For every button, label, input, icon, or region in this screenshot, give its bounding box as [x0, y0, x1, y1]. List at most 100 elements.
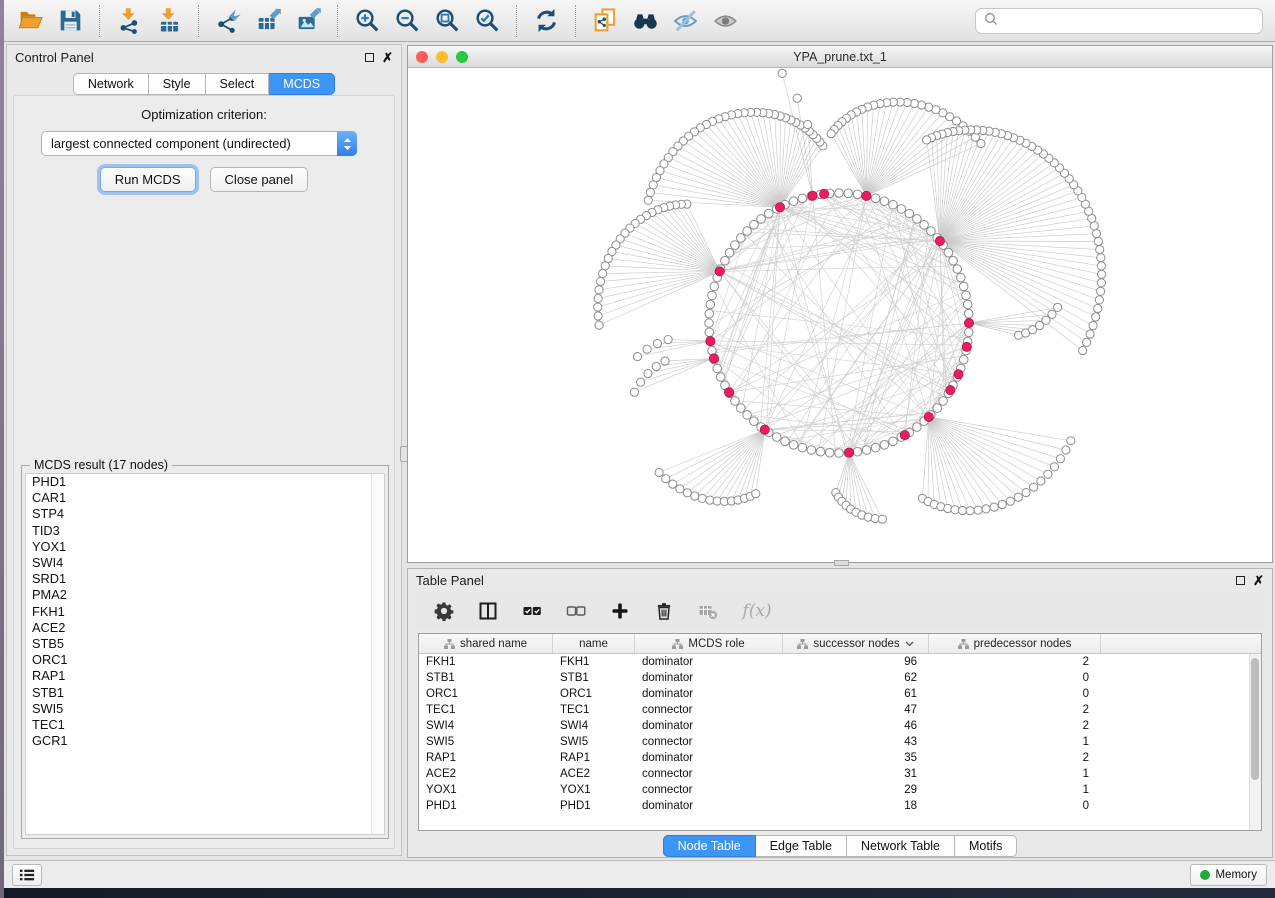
show-panels-list-button[interactable] [12, 864, 42, 886]
find-button[interactable] [627, 4, 663, 38]
mcds-result-item[interactable]: YOX1 [26, 539, 384, 555]
tab-style[interactable]: Style [149, 73, 206, 95]
result-scrollbar[interactable] [371, 474, 384, 834]
cell-shared-name: RAP1 [419, 750, 553, 766]
control-panel-header: Control Panel ✗ [7, 45, 401, 69]
refresh-view-button[interactable] [528, 4, 564, 38]
add-column-button[interactable] [608, 598, 632, 624]
cell-shared-name: TEC1 [419, 702, 553, 718]
import-network-button[interactable] [111, 4, 147, 38]
tab-network[interactable]: Network [73, 73, 149, 95]
mcds-result-item[interactable]: SWI5 [26, 701, 384, 717]
table-row[interactable]: ACE2ACE2connector311 [419, 766, 1261, 782]
cell-mcds-role: dominator [635, 654, 783, 670]
deselect-all-button[interactable] [564, 598, 588, 624]
mcds-result-item[interactable]: STB1 [26, 685, 384, 701]
cell-mcds-role: connector [635, 782, 783, 798]
mcds-result-item[interactable]: ACE2 [26, 620, 384, 636]
mcds-result-item[interactable]: RAP1 [26, 668, 384, 684]
float-table-panel-icon[interactable] [1236, 576, 1245, 585]
table-row[interactable]: FKH1FKH1dominator962 [419, 654, 1261, 670]
mcds-result-list[interactable]: PHD1CAR1STP4TID3YOX1SWI4SRD1PMA2FKH1ACE2… [25, 473, 385, 835]
export-table-button[interactable] [250, 4, 286, 38]
search-box[interactable] [975, 8, 1263, 34]
close-panel-icon[interactable]: ✗ [382, 51, 393, 64]
cell-shared-name: SWI4 [419, 718, 553, 734]
mcds-result-item[interactable]: SRD1 [26, 571, 384, 587]
mcds-result-item[interactable]: TEC1 [26, 717, 384, 733]
column-header-name[interactable]: name [553, 634, 635, 653]
tab-motifs[interactable]: Motifs [955, 835, 1017, 857]
select-stepper-icon [337, 131, 357, 156]
zoom-selected-button[interactable] [469, 4, 505, 38]
column-header-mcds-role[interactable]: MCDS role [635, 634, 783, 653]
column-header-shared-name[interactable]: shared name [419, 634, 553, 653]
table-row[interactable]: TEC1TEC1connector472 [419, 702, 1261, 718]
mcds-result-item[interactable]: GCR1 [26, 733, 384, 749]
zoom-out-button[interactable] [389, 4, 425, 38]
mcds-result-item[interactable]: PHD1 [26, 474, 384, 490]
show-details-button[interactable] [707, 4, 743, 38]
open-file-button[interactable] [12, 4, 48, 38]
table-row[interactable]: YOX1YOX1connector291 [419, 782, 1261, 798]
cell-name: SWI4 [553, 718, 635, 734]
select-all-button[interactable] [520, 598, 544, 624]
hide-details-button[interactable] [667, 4, 703, 38]
run-mcds-button[interactable]: Run MCDS [100, 167, 196, 192]
table-settings-button[interactable] [432, 598, 456, 624]
mcds-result-item[interactable]: CAR1 [26, 490, 384, 506]
column-header-predecessor-nodes[interactable]: predecessor nodes [929, 634, 1101, 653]
column-header-filler [1101, 634, 1261, 653]
column-label: MCDS role [688, 638, 744, 650]
sort-desc-icon [905, 641, 914, 647]
table-row[interactable]: RAP1RAP1dominator352 [419, 750, 1261, 766]
export-image-button[interactable] [290, 4, 326, 38]
select-all-icon [522, 601, 542, 621]
close-panel-button[interactable]: Close panel [210, 167, 309, 192]
tab-mcds[interactable]: MCDS [269, 73, 335, 95]
cell-successor-nodes: 46 [783, 718, 929, 734]
clone-network-button[interactable] [587, 4, 623, 38]
table-row[interactable]: STB1STB1dominator620 [419, 670, 1261, 686]
tab-network-table[interactable]: Network Table [847, 835, 955, 857]
import-table-button[interactable] [151, 4, 187, 38]
search-input[interactable] [1004, 14, 1254, 28]
zoom-in-button[interactable] [349, 4, 385, 38]
table-panel-title: Table Panel [416, 573, 484, 588]
cell-shared-name: SWI5 [419, 734, 553, 750]
show-columns-button[interactable] [476, 598, 500, 624]
table-row[interactable]: ORC1ORC1dominator610 [419, 686, 1261, 702]
save-session-button[interactable] [52, 4, 88, 38]
table-scrollbar[interactable] [1249, 654, 1261, 830]
table-row[interactable]: SWI4SWI4dominator462 [419, 718, 1261, 734]
delete-column-button[interactable] [652, 598, 676, 624]
find-icon [632, 7, 659, 34]
tab-node-table[interactable]: Node Table [663, 835, 756, 857]
mcds-result-item[interactable]: STP4 [26, 506, 384, 522]
zoom-fit-button[interactable] [429, 4, 465, 38]
table-tabs: Node TableEdge TableNetwork TableMotifs [408, 835, 1272, 857]
mcds-result-item[interactable]: ORC1 [26, 652, 384, 668]
horizontal-splitter-handle[interactable] [834, 560, 849, 566]
close-table-panel-icon[interactable]: ✗ [1253, 574, 1264, 587]
export-network-button[interactable] [210, 4, 246, 38]
cell-name: SWI5 [553, 734, 635, 750]
mcds-result-item[interactable]: SWI4 [26, 555, 384, 571]
mcds-result-item[interactable]: STB5 [26, 636, 384, 652]
memory-button[interactable]: Memory [1190, 864, 1267, 886]
mcds-result-item[interactable]: FKH1 [26, 604, 384, 620]
optimization-criterion-select[interactable]: largest connected component (undirected) [41, 131, 357, 156]
mcds-result-item[interactable]: TID3 [26, 523, 384, 539]
table-body: FKH1FKH1dominator962STB1STB1dominator620… [419, 654, 1261, 814]
tab-edge-table[interactable]: Edge Table [756, 835, 847, 857]
column-header-successor-nodes[interactable]: successor nodes [783, 634, 929, 653]
table-scrollbar-thumb[interactable] [1251, 658, 1259, 780]
table-row[interactable]: PHD1PHD1dominator180 [419, 798, 1261, 814]
table-row[interactable]: SWI5SWI5connector431 [419, 734, 1261, 750]
mcds-result-item[interactable]: PMA2 [26, 587, 384, 603]
float-panel-icon[interactable] [365, 53, 374, 62]
network-canvas[interactable] [408, 68, 1272, 562]
toolbar-separator [337, 5, 338, 37]
mcds-buttons-row: Run MCDS Close panel [7, 167, 401, 192]
tab-select[interactable]: Select [206, 73, 270, 95]
